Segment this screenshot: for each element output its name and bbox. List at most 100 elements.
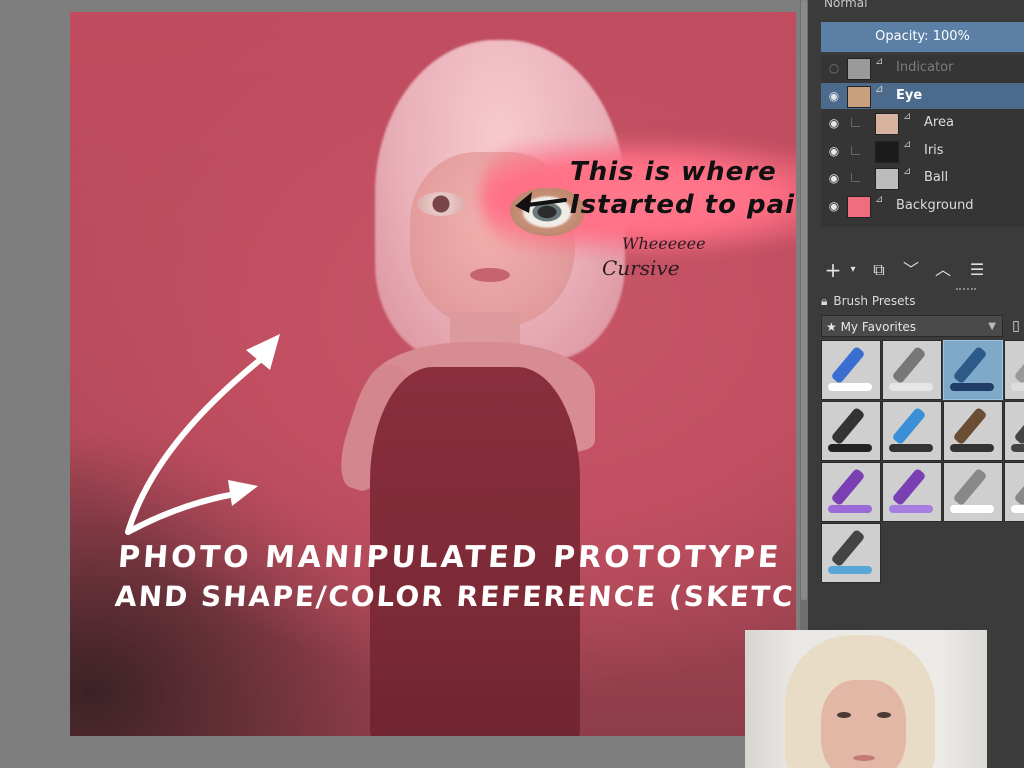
layer-thumbnail xyxy=(875,140,899,163)
lock-icon[interactable]: 🔒︎ xyxy=(821,294,827,308)
add-layer-dropdown-icon[interactable]: ▾ xyxy=(841,258,865,282)
brush-tool-icon xyxy=(952,406,988,446)
layer-row[interactable]: ◉ ⊿ Eye xyxy=(821,82,1024,109)
move-layer-down-icon[interactable]: ﹀ xyxy=(899,258,923,282)
webcam-mouth xyxy=(853,755,875,761)
brush-preset-eraser-marker[interactable] xyxy=(821,340,881,400)
cursive-line-2: Cursive xyxy=(602,256,680,280)
brush-preset-extra-1[interactable] xyxy=(1004,340,1024,400)
layer-name: Area xyxy=(924,115,954,130)
eye-visible-icon[interactable]: ◉ xyxy=(827,116,841,130)
brush-stroke-preview xyxy=(950,383,994,391)
brush-tool-icon xyxy=(952,345,988,385)
brush-preset-extra-3[interactable] xyxy=(1004,462,1024,522)
layer-thumbnail xyxy=(847,58,871,80)
brush-preset-wet-paint-violet[interactable] xyxy=(882,462,942,522)
layer-row[interactable]: ◉ ⊿ Iris xyxy=(821,138,1024,164)
layer-thumbnail xyxy=(847,195,871,218)
webcam-overlay xyxy=(745,630,987,768)
eye-visible-icon[interactable]: ◉ xyxy=(827,144,841,158)
brush-tool-icon xyxy=(830,345,866,385)
layer-link-icon[interactable]: ⊿ xyxy=(903,111,915,123)
layer-properties-icon[interactable]: ☰ xyxy=(965,258,989,282)
layer-name: Indicator xyxy=(896,60,954,75)
artboard[interactable]: This is where Istarted to paint Wheeeeee… xyxy=(70,12,796,736)
brush-stroke-preview xyxy=(1011,444,1024,452)
brush-stroke-preview xyxy=(889,444,933,452)
cursive-line-1: Wheeeeee xyxy=(622,234,706,253)
duplicate-layer-icon[interactable]: ⧉ xyxy=(867,258,891,282)
brush-preset-blur-smudge[interactable] xyxy=(882,340,942,400)
scrollbar-thumb[interactable] xyxy=(801,0,807,600)
brush-tool-icon xyxy=(830,467,866,507)
opacity-slider[interactable]: Opacity: 100% xyxy=(821,22,1024,52)
blend-mode-select[interactable]: Normal xyxy=(820,0,1024,14)
annotation-line-1: This is where xyxy=(570,157,777,187)
brush-tool-icon xyxy=(891,345,927,385)
brush-preset-marker-fill[interactable] xyxy=(882,401,942,461)
brush-preset-ink-pen[interactable] xyxy=(821,401,881,461)
layer-link-icon[interactable]: ⊿ xyxy=(875,84,887,96)
brush-tool-icon xyxy=(830,406,866,446)
white-annotation-line-1: PHOTO MANIPULATED PROTOTYPE xyxy=(116,540,783,575)
brush-preset-extra-2[interactable] xyxy=(1004,401,1024,461)
brush-preset-grid xyxy=(821,340,1024,600)
brush-stroke-preview xyxy=(889,505,933,513)
white-arrow-right-icon xyxy=(125,491,238,535)
annotation-line-2: Istarted to paint xyxy=(570,190,796,220)
eye-visible-icon[interactable]: ◉ xyxy=(827,89,841,103)
layer-name: Ball xyxy=(924,170,949,185)
layer-row[interactable]: ○ ⊿ Indicator xyxy=(821,55,1024,81)
layer-link-icon[interactable]: ⊿ xyxy=(903,166,915,178)
layer-link-icon[interactable]: ⊿ xyxy=(875,194,887,206)
bookmark-icon[interactable]: ▯ xyxy=(1008,315,1024,337)
eye-visible-icon[interactable]: ◉ xyxy=(827,199,841,213)
brush-tool-icon xyxy=(830,528,866,568)
layer-link-icon[interactable]: ⊿ xyxy=(875,56,887,68)
layer-name: Eye xyxy=(896,87,923,103)
brush-tool-icon xyxy=(891,467,927,507)
brush-tag-label: ★ My Favorites xyxy=(826,320,917,334)
brush-stroke-preview xyxy=(950,444,994,452)
tree-connector xyxy=(851,173,860,182)
move-layer-up-icon[interactable]: ︿ xyxy=(931,258,955,282)
layer-row[interactable]: ◉ ⊿ Ball xyxy=(821,165,1024,191)
tree-connector xyxy=(851,145,860,155)
layer-thumbnail xyxy=(847,85,871,108)
layer-link-icon[interactable]: ⊿ xyxy=(903,139,915,151)
brush-preset-airbrush-soft[interactable] xyxy=(943,340,1003,400)
layer-row[interactable]: ◉ ⊿ Background xyxy=(821,193,1024,219)
webcam-eye-left xyxy=(837,712,851,718)
annotation-arrows xyxy=(125,192,567,535)
brush-tool-icon xyxy=(1013,406,1024,446)
brush-stroke-preview xyxy=(950,505,994,513)
layer-name: Background xyxy=(896,197,974,213)
brush-stroke-preview xyxy=(828,505,872,513)
brush-tag-select[interactable]: ★ My Favorites ▼ xyxy=(821,315,1003,337)
brush-stroke-preview xyxy=(828,444,872,452)
brush-preset-shape-pattern[interactable] xyxy=(821,523,881,583)
eye-hidden-icon[interactable]: ○ xyxy=(827,61,841,75)
brush-tool-icon xyxy=(1013,345,1024,385)
brush-presets-title: Brush Presets xyxy=(833,294,916,308)
brush-stroke-preview xyxy=(1011,505,1024,513)
layer-toolbar: + ▾ ⧉ ﹀ ︿ ☰ xyxy=(821,258,1024,284)
eye-visible-icon[interactable]: ◉ xyxy=(827,171,841,185)
brush-tool-icon xyxy=(1013,467,1024,507)
brush-stroke-preview xyxy=(828,566,872,574)
brush-tool-icon xyxy=(891,406,927,446)
brush-preset-wet-white[interactable] xyxy=(943,462,1003,522)
chevron-down-icon: ▼ xyxy=(988,321,996,332)
layer-thumbnail xyxy=(875,168,899,190)
layer-name: Iris xyxy=(924,142,944,158)
webcam-eye-right xyxy=(877,712,891,718)
panel-drag-handle[interactable] xyxy=(956,288,976,293)
canvas-workspace[interactable]: This is where Istarted to paint Wheeeeee… xyxy=(0,0,800,768)
brush-preset-bristle-brush[interactable] xyxy=(943,401,1003,461)
brush-stroke-preview xyxy=(889,383,933,391)
brush-preset-wet-brush-violet[interactable] xyxy=(821,462,881,522)
layer-row[interactable]: ◉ ⊿ Area xyxy=(821,110,1024,136)
brush-stroke-preview xyxy=(828,383,872,391)
layers-list: ○ ⊿ Indicator ◉ ⊿ Eye ◉ ⊿ Area ◉ ⊿ Iris ◉ ⊿ Ball ◉ ⊿ Back… xyxy=(821,55,1024,227)
brush-stroke-preview xyxy=(1011,383,1024,391)
